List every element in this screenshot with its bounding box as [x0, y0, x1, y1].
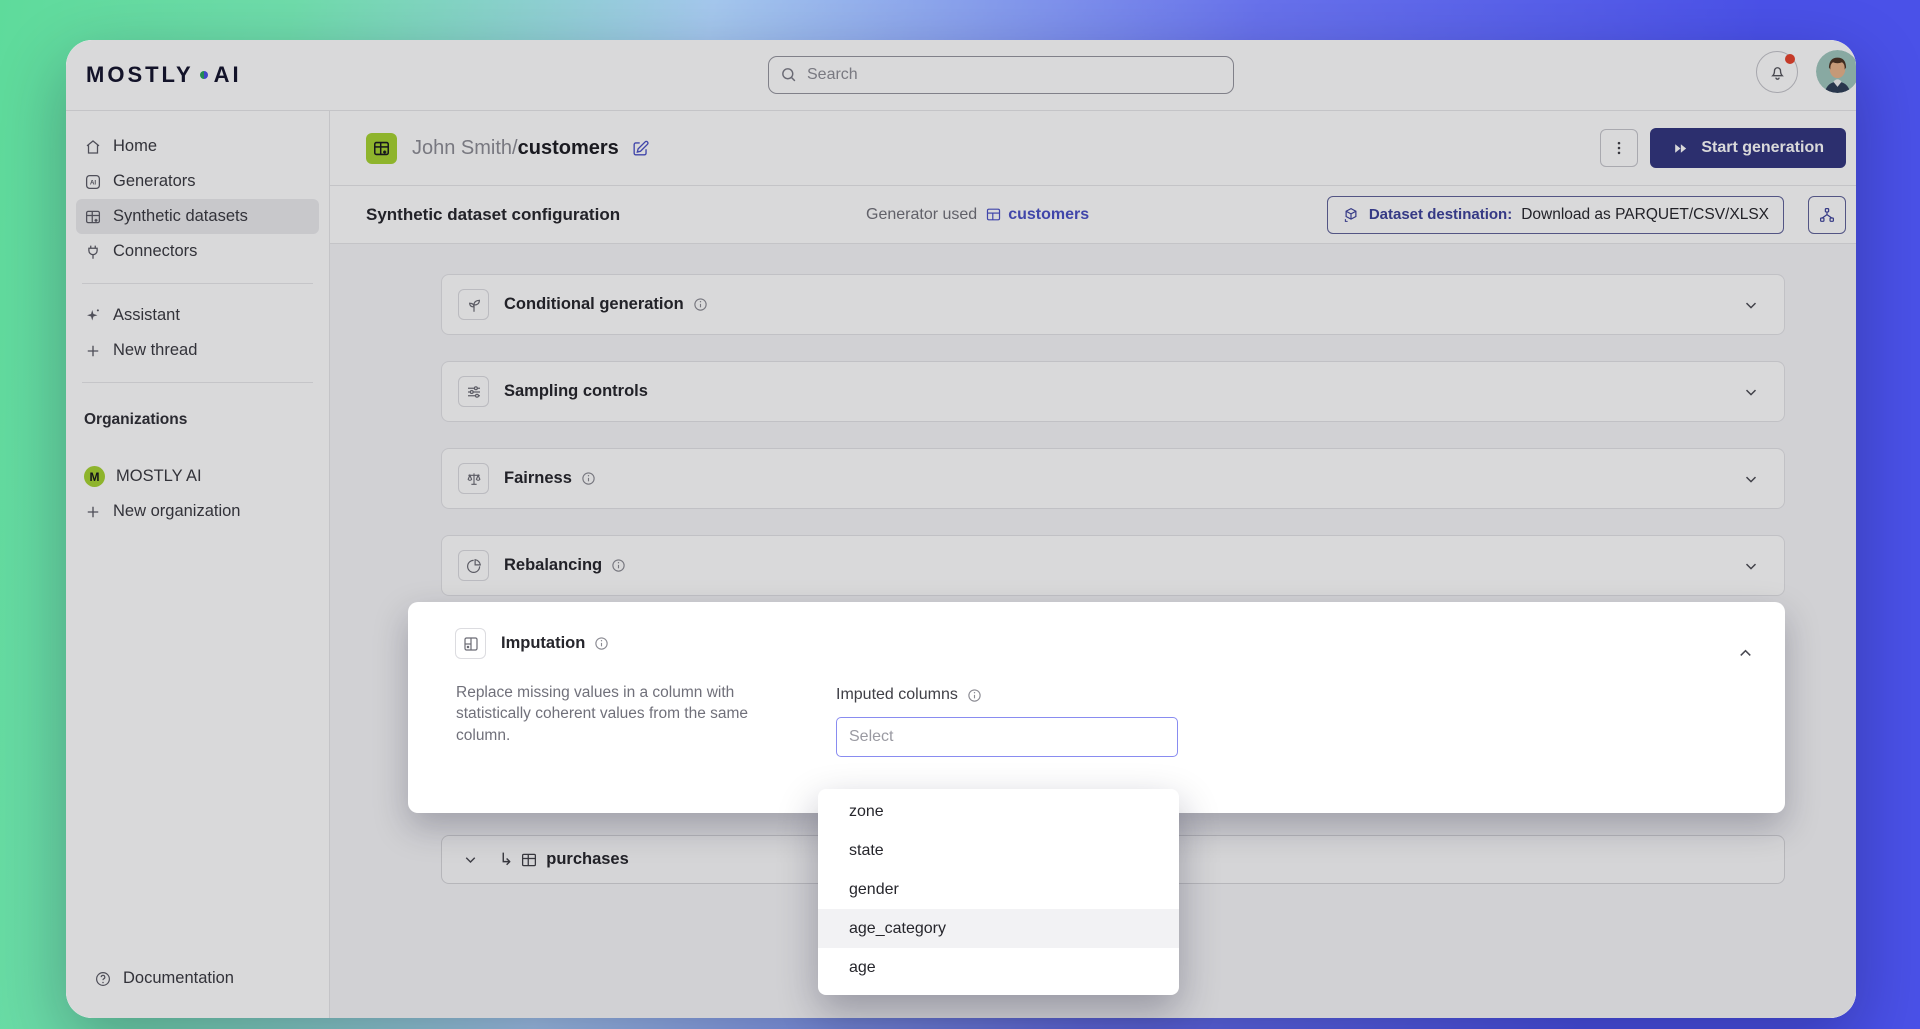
imputed-columns-dropdown: zone state gender age_category age: [818, 789, 1179, 995]
section-label: Imputation: [501, 634, 585, 653]
chevron-up-icon[interactable]: [1736, 644, 1755, 668]
dropdown-option-gender[interactable]: gender: [818, 870, 1179, 909]
dropdown-option-age[interactable]: age: [818, 948, 1179, 987]
info-icon[interactable]: [967, 688, 982, 703]
dropdown-option-state[interactable]: state: [818, 831, 1179, 870]
imputation-icon: [455, 628, 486, 659]
imputed-columns-select[interactable]: [836, 717, 1178, 757]
imputation-description: Replace missing values in a column with …: [456, 682, 766, 746]
imputed-columns-label: Imputed columns: [836, 686, 958, 704]
section-imputation-expanded: Imputation Replace missing values in a c…: [408, 602, 1785, 813]
dropdown-option-zone[interactable]: zone: [818, 792, 1179, 831]
info-icon[interactable]: [594, 636, 609, 651]
dropdown-option-age-category[interactable]: age_category: [818, 909, 1179, 948]
